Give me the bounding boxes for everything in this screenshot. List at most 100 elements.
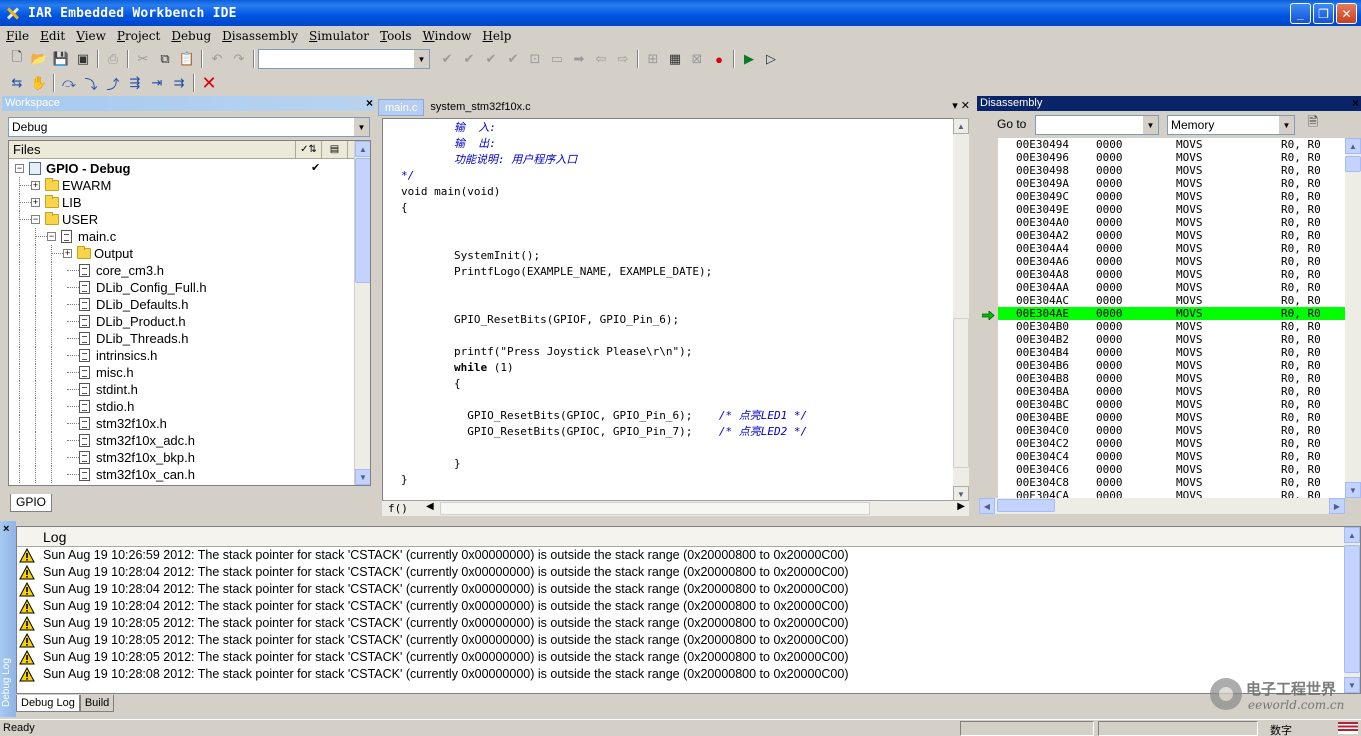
tree-item[interactable]: stm32f10x_can.h	[9, 466, 355, 483]
instruction-row[interactable]: 00E304CA 0000 MOVS R0, R0	[998, 489, 1345, 498]
log-entry[interactable]: Sun Aug 19 10:28:08 2012: The stack poin…	[17, 666, 1360, 683]
undo-button[interactable]: ↶	[206, 49, 228, 69]
instruction-row[interactable]: 00E304C0 0000 MOVS R0, R0	[998, 424, 1345, 437]
find-prev-button[interactable]: ✔	[480, 49, 502, 69]
chevron-down-icon[interactable]: ▼	[353, 118, 369, 136]
files-scrollbar[interactable]: ▲ ▼	[354, 141, 370, 485]
tree-item[interactable]: stm32f10x_bkp.h	[9, 449, 355, 466]
step-over-button[interactable]: ⤼	[58, 73, 80, 93]
instruction-row[interactable]: 00E304BC 0000 MOVS R0, R0	[998, 398, 1345, 411]
tree-item[interactable]: stdio.h	[9, 398, 355, 415]
instruction-row[interactable]: 00E304A8 0000 MOVS R0, R0	[998, 268, 1345, 281]
log-entry[interactable]: Sun Aug 19 10:28:05 2012: The stack poin…	[17, 615, 1360, 632]
redo-button[interactable]: ↷	[228, 49, 250, 69]
instruction-row[interactable]: 00E304B8 0000 MOVS R0, R0	[998, 372, 1345, 385]
tree-item[interactable]: stm32f10x.h	[9, 415, 355, 432]
copy-button[interactable]: ⧉	[154, 49, 176, 69]
editor-hscrollbar[interactable]: f() ◀ ▶	[382, 500, 969, 516]
tree-item[interactable]: core_cm3.h	[9, 262, 355, 279]
log-close-icon[interactable]: ×	[3, 523, 9, 535]
scroll-down-icon[interactable]: ▼	[355, 469, 370, 485]
tree-item[interactable]: DLib_Defaults.h	[9, 296, 355, 313]
scroll-right-icon[interactable]: ▶	[957, 501, 965, 512]
log-entry[interactable]: Sun Aug 19 10:28:04 2012: The stack poin…	[17, 564, 1360, 581]
instruction-row[interactable]: 00E304AC 0000 MOVS R0, R0	[998, 294, 1345, 307]
menu-help[interactable]: Help	[478, 29, 515, 43]
stop-debugging-button[interactable]: ✕	[198, 73, 220, 93]
collapse-icon[interactable]: −	[47, 232, 56, 241]
instruction-row[interactable]: 00E3049A 0000 MOVS R0, R0	[998, 177, 1345, 190]
tree-item[interactable]: − USER	[9, 211, 355, 228]
disassembly-vscrollbar[interactable]: ▲ ▼	[1345, 138, 1361, 498]
build-column-icon[interactable]: ▤	[322, 141, 348, 158]
menu-disassembly[interactable]: Disassembly	[218, 29, 302, 43]
scroll-down-icon[interactable]: ▼	[1345, 482, 1361, 498]
menu-project[interactable]: Project	[113, 29, 164, 43]
chevron-down-icon[interactable]: ▼	[1142, 116, 1158, 134]
tree-item[interactable]: − GPIO - Debug ✔	[9, 160, 355, 177]
instruction-row[interactable]: 00E304C4 0000 MOVS R0, R0	[998, 450, 1345, 463]
instruction-row[interactable]: 00E3049E 0000 MOVS R0, R0	[998, 203, 1345, 216]
tree-item[interactable]: stdint.h	[9, 381, 355, 398]
go-button[interactable]: ⇉	[168, 73, 190, 93]
tab-system-stm32f10x[interactable]: system_stm32f10x.c	[424, 99, 536, 116]
maximize-button[interactable]: ❐	[1313, 3, 1334, 24]
disassembly-list[interactable]: 00E30494 0000 MOVS R0, R0 00E30496 0000 MOVS R0…	[979, 138, 1345, 498]
next-statement-button[interactable]: ⇶	[124, 73, 146, 93]
nav-back-button[interactable]: ⇦	[590, 49, 612, 69]
menu-simulator[interactable]: Simulator	[305, 29, 373, 43]
instruction-row[interactable]: 00E30496 0000 MOVS R0, R0	[998, 151, 1345, 164]
tab-main-c[interactable]: main.c	[378, 99, 425, 116]
replace-button[interactable]: ✔	[502, 49, 524, 69]
goto-input[interactable]: ▼	[1035, 115, 1159, 135]
menu-file[interactable]: File	[2, 29, 33, 43]
step-out-button[interactable]: ⤴	[102, 73, 124, 93]
scroll-up-icon[interactable]: ▲	[355, 141, 370, 157]
goto-button[interactable]: ⊡	[524, 49, 546, 69]
save-button[interactable]: 💾	[50, 49, 72, 69]
instruction-row[interactable]: 00E304B2 0000 MOVS R0, R0	[998, 333, 1345, 346]
scroll-thumb[interactable]	[997, 499, 1055, 512]
editor-tab-controls[interactable]: ▾ ✕	[952, 99, 970, 112]
step-into-button[interactable]: ⤵	[80, 73, 102, 93]
chevron-down-icon[interactable]: ▼	[1278, 116, 1294, 134]
nav-forward-button[interactable]: ⇨	[612, 49, 634, 69]
make-button[interactable]: ▦	[664, 49, 686, 69]
instruction-row[interactable]: 00E304C8 0000 MOVS R0, R0	[998, 476, 1345, 489]
save-all-button[interactable]: ▣	[72, 49, 94, 69]
log-entry[interactable]: Sun Aug 19 10:28:05 2012: The stack poin…	[17, 649, 1360, 666]
log-entry[interactable]: Sun Aug 19 10:28:05 2012: The stack poin…	[17, 632, 1360, 649]
reset-button[interactable]: ⇆	[6, 73, 28, 93]
disassembly-hscrollbar[interactable]: ◀ ▶	[979, 498, 1345, 514]
instruction-row[interactable]: 00E304AA 0000 MOVS R0, R0	[998, 281, 1345, 294]
tree-item[interactable]: + EWARM	[9, 177, 355, 194]
instruction-row[interactable]: 00E304C2 0000 MOVS R0, R0	[998, 437, 1345, 450]
files-column-header[interactable]: Files	[9, 141, 296, 158]
new-file-button[interactable]: 🗋	[6, 49, 28, 69]
expand-icon[interactable]: +	[31, 198, 40, 207]
menu-view[interactable]: View	[72, 29, 110, 43]
instruction-row[interactable]: 00E304B4 0000 MOVS R0, R0	[998, 346, 1345, 359]
find-next-button[interactable]: ✔	[458, 49, 480, 69]
menu-tools[interactable]: Tools	[376, 29, 416, 43]
function-nav-button[interactable]: f()	[388, 502, 408, 515]
workspace-close-icon[interactable]: ×	[366, 96, 373, 111]
instruction-row[interactable]: 00E304A4 0000 MOVS R0, R0	[998, 242, 1345, 255]
instruction-row[interactable]: 00E304B0 0000 MOVS R0, R0	[998, 320, 1345, 333]
disassembly-options-button[interactable]: 🗎	[1302, 114, 1324, 134]
tree-item[interactable]: intrinsics.h	[9, 347, 355, 364]
scroll-thumb[interactable]	[953, 318, 969, 468]
tree-item[interactable]: stm32f10x_adc.h	[9, 432, 355, 449]
log-entry[interactable]: Sun Aug 19 10:28:04 2012: The stack poin…	[17, 598, 1360, 615]
find-button[interactable]: ✔	[436, 49, 458, 69]
break-button[interactable]: ✋	[28, 73, 50, 93]
expand-icon[interactable]: +	[63, 249, 72, 258]
scroll-left-icon[interactable]: ◀	[979, 498, 995, 514]
tab-debug-log[interactable]: Debug Log	[16, 695, 80, 712]
toggle-breakpoint-button[interactable]: ●	[708, 49, 730, 69]
open-button[interactable]: 📂	[28, 49, 50, 69]
run-to-cursor-button[interactable]: ⇥	[146, 73, 168, 93]
workspace-tab-gpio[interactable]: GPIO	[10, 494, 52, 512]
print-button[interactable]: ⎙	[102, 49, 124, 69]
scroll-thumb[interactable]	[355, 158, 370, 283]
